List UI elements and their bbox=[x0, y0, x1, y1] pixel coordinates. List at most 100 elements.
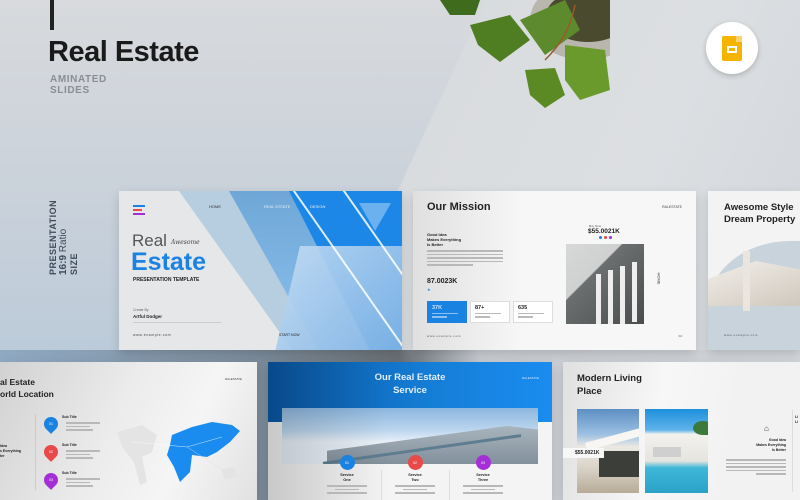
stat-card: 87+ bbox=[470, 301, 510, 323]
location-pin-icon: 02 bbox=[41, 442, 61, 462]
service-number-badge: 03 bbox=[475, 455, 491, 470]
side-heading-line: Li bbox=[795, 415, 799, 419]
ratio-value-line: 16:9 Ratio bbox=[58, 200, 69, 275]
location-tag: RALESTATE bbox=[224, 377, 242, 381]
good-idea-line: Is Better bbox=[771, 448, 786, 452]
awesome-title: Awesome Style Dream Property bbox=[724, 202, 795, 226]
slide-preview-modern-living[interactable]: Modern Living Place $55.0021K ⌂ Good Ide… bbox=[563, 362, 800, 500]
bullet-text-placeholder bbox=[66, 478, 100, 489]
mission-url: www.example.com bbox=[427, 334, 462, 338]
vertical-home-label: HOME bbox=[656, 272, 662, 285]
sub-title: Sub Title bbox=[62, 443, 77, 447]
awesome-title-line: Dream Property bbox=[724, 214, 796, 225]
building-photo bbox=[708, 261, 800, 306]
cover-title-bold: Estate bbox=[131, 248, 207, 276]
good-idea-heading: Idea s Everything ter bbox=[0, 444, 21, 459]
page-number: 04 bbox=[678, 334, 682, 338]
plant-decoration bbox=[440, 0, 610, 108]
pin-number: 02 bbox=[49, 450, 53, 454]
color-dots bbox=[599, 236, 612, 239]
stat-card: 635 bbox=[513, 301, 553, 323]
menu-icon bbox=[133, 205, 145, 217]
service-item: 03 Service Three bbox=[448, 455, 518, 496]
stat-card-value: 635 bbox=[518, 305, 528, 311]
modern-title-line: Place bbox=[577, 385, 602, 397]
service-number-badge: 01 bbox=[339, 455, 355, 470]
shadow-overlay bbox=[413, 191, 523, 350]
modern-title: Modern Living Place bbox=[577, 373, 642, 398]
slide-preview-cover[interactable]: HOME REAL ESTATE DESIGN Real Awesome Est… bbox=[119, 191, 402, 350]
page-title: Real Estate bbox=[48, 36, 199, 68]
cover-script-word: Awesome bbox=[171, 239, 200, 246]
awesome-title-line: Awesome Style bbox=[724, 202, 794, 213]
nav-real-estate: REAL ESTATE bbox=[264, 204, 291, 209]
divider bbox=[35, 414, 36, 490]
nav-home: HOME bbox=[209, 204, 221, 209]
created-by-label: Create By bbox=[133, 308, 149, 312]
ratio-word: Ratio bbox=[58, 228, 69, 253]
price-label: $55.0021K bbox=[563, 448, 605, 458]
pool-house-photo bbox=[645, 409, 708, 493]
good-idea-line: Is Better bbox=[427, 242, 444, 247]
pin-number: 03 bbox=[49, 478, 53, 482]
stat-big: 87.0023K bbox=[427, 278, 458, 285]
service-name: Service Three bbox=[448, 473, 518, 483]
sub-title: Sub Title bbox=[62, 415, 77, 419]
side-heading: Li Li bbox=[795, 415, 798, 424]
awesome-url: www.example.com bbox=[724, 333, 759, 337]
text-placeholder bbox=[327, 485, 367, 494]
stat-card-value: 37K bbox=[432, 305, 443, 311]
ratio-value: 16:9 bbox=[58, 254, 69, 275]
location-title: al Estate orld Location bbox=[0, 376, 54, 400]
subtitle-line-1: AMINATED bbox=[50, 74, 107, 85]
good-idea-line: ter bbox=[0, 454, 5, 458]
service-name-line: Two bbox=[411, 478, 419, 482]
location-pin-icon: 03 bbox=[41, 470, 61, 490]
stat-card-value: 87+ bbox=[475, 305, 485, 311]
location-title-line: al Estate bbox=[0, 377, 35, 387]
bullet-text-placeholder bbox=[66, 422, 100, 433]
service-name-line: Three bbox=[477, 478, 489, 482]
cover-tagline: PRESENTATION TEMPLATE bbox=[133, 277, 200, 283]
side-heading-line: Li bbox=[795, 419, 799, 424]
price-label: $55.0021K bbox=[588, 228, 620, 235]
slide-preview-awesome[interactable]: Awesome Style Dream Property www.example… bbox=[708, 191, 800, 350]
ratio-label: PRESENTATION 16:9 Ratio SIZE bbox=[48, 200, 79, 275]
ratio-size: SIZE bbox=[69, 252, 79, 275]
brand-accent-bar bbox=[50, 0, 54, 30]
stat-card: 37K bbox=[427, 301, 467, 323]
body-text-placeholder bbox=[427, 250, 503, 268]
page-subtitle: AMINATED SLIDES bbox=[50, 74, 107, 96]
building-photo bbox=[566, 244, 644, 324]
service-item: 01 Service One bbox=[312, 455, 382, 496]
pin-number: 01 bbox=[49, 422, 53, 426]
cover-url: www.example.com bbox=[133, 333, 172, 337]
mission-title: Our Mission bbox=[427, 201, 491, 213]
subtitle-line-2: SLIDES bbox=[50, 84, 90, 96]
slide-preview-service[interactable]: Our Real Estate Service RALESTATE 01 Ser… bbox=[268, 362, 552, 500]
service-name: Service Two bbox=[380, 473, 450, 483]
star-icon: ★ bbox=[427, 287, 431, 292]
service-name-line: One bbox=[343, 478, 351, 482]
good-idea-heading: Good Idea Makes Everything Is Better bbox=[427, 232, 461, 247]
text-placeholder bbox=[463, 485, 503, 494]
triangle-outline bbox=[359, 203, 391, 231]
google-slides-badge[interactable] bbox=[706, 22, 758, 74]
divider bbox=[792, 410, 793, 492]
service-number-badge: 02 bbox=[407, 455, 423, 470]
house-icon: ⌂ bbox=[764, 424, 769, 433]
slide-preview-mission[interactable]: Our Mission RALESTATE Good Idea Makes Ev… bbox=[413, 191, 696, 350]
location-title-line: orld Location bbox=[0, 389, 54, 399]
service-item: 02 Service Two bbox=[380, 455, 450, 496]
location-pin-icon: 01 bbox=[41, 414, 61, 434]
divider bbox=[133, 322, 221, 323]
sub-title: Sub Title bbox=[62, 471, 77, 475]
bullet-text-placeholder bbox=[66, 450, 100, 461]
world-map bbox=[117, 422, 240, 485]
text-placeholder bbox=[395, 485, 435, 494]
slide-preview-location[interactable]: al Estate orld Location RALESTATE Idea s… bbox=[0, 362, 257, 500]
building-column bbox=[743, 251, 750, 311]
nav-design: DESIGN bbox=[310, 204, 326, 209]
start-now-link: START NOW bbox=[279, 333, 300, 337]
service-tag: RALESTATE bbox=[521, 376, 539, 380]
